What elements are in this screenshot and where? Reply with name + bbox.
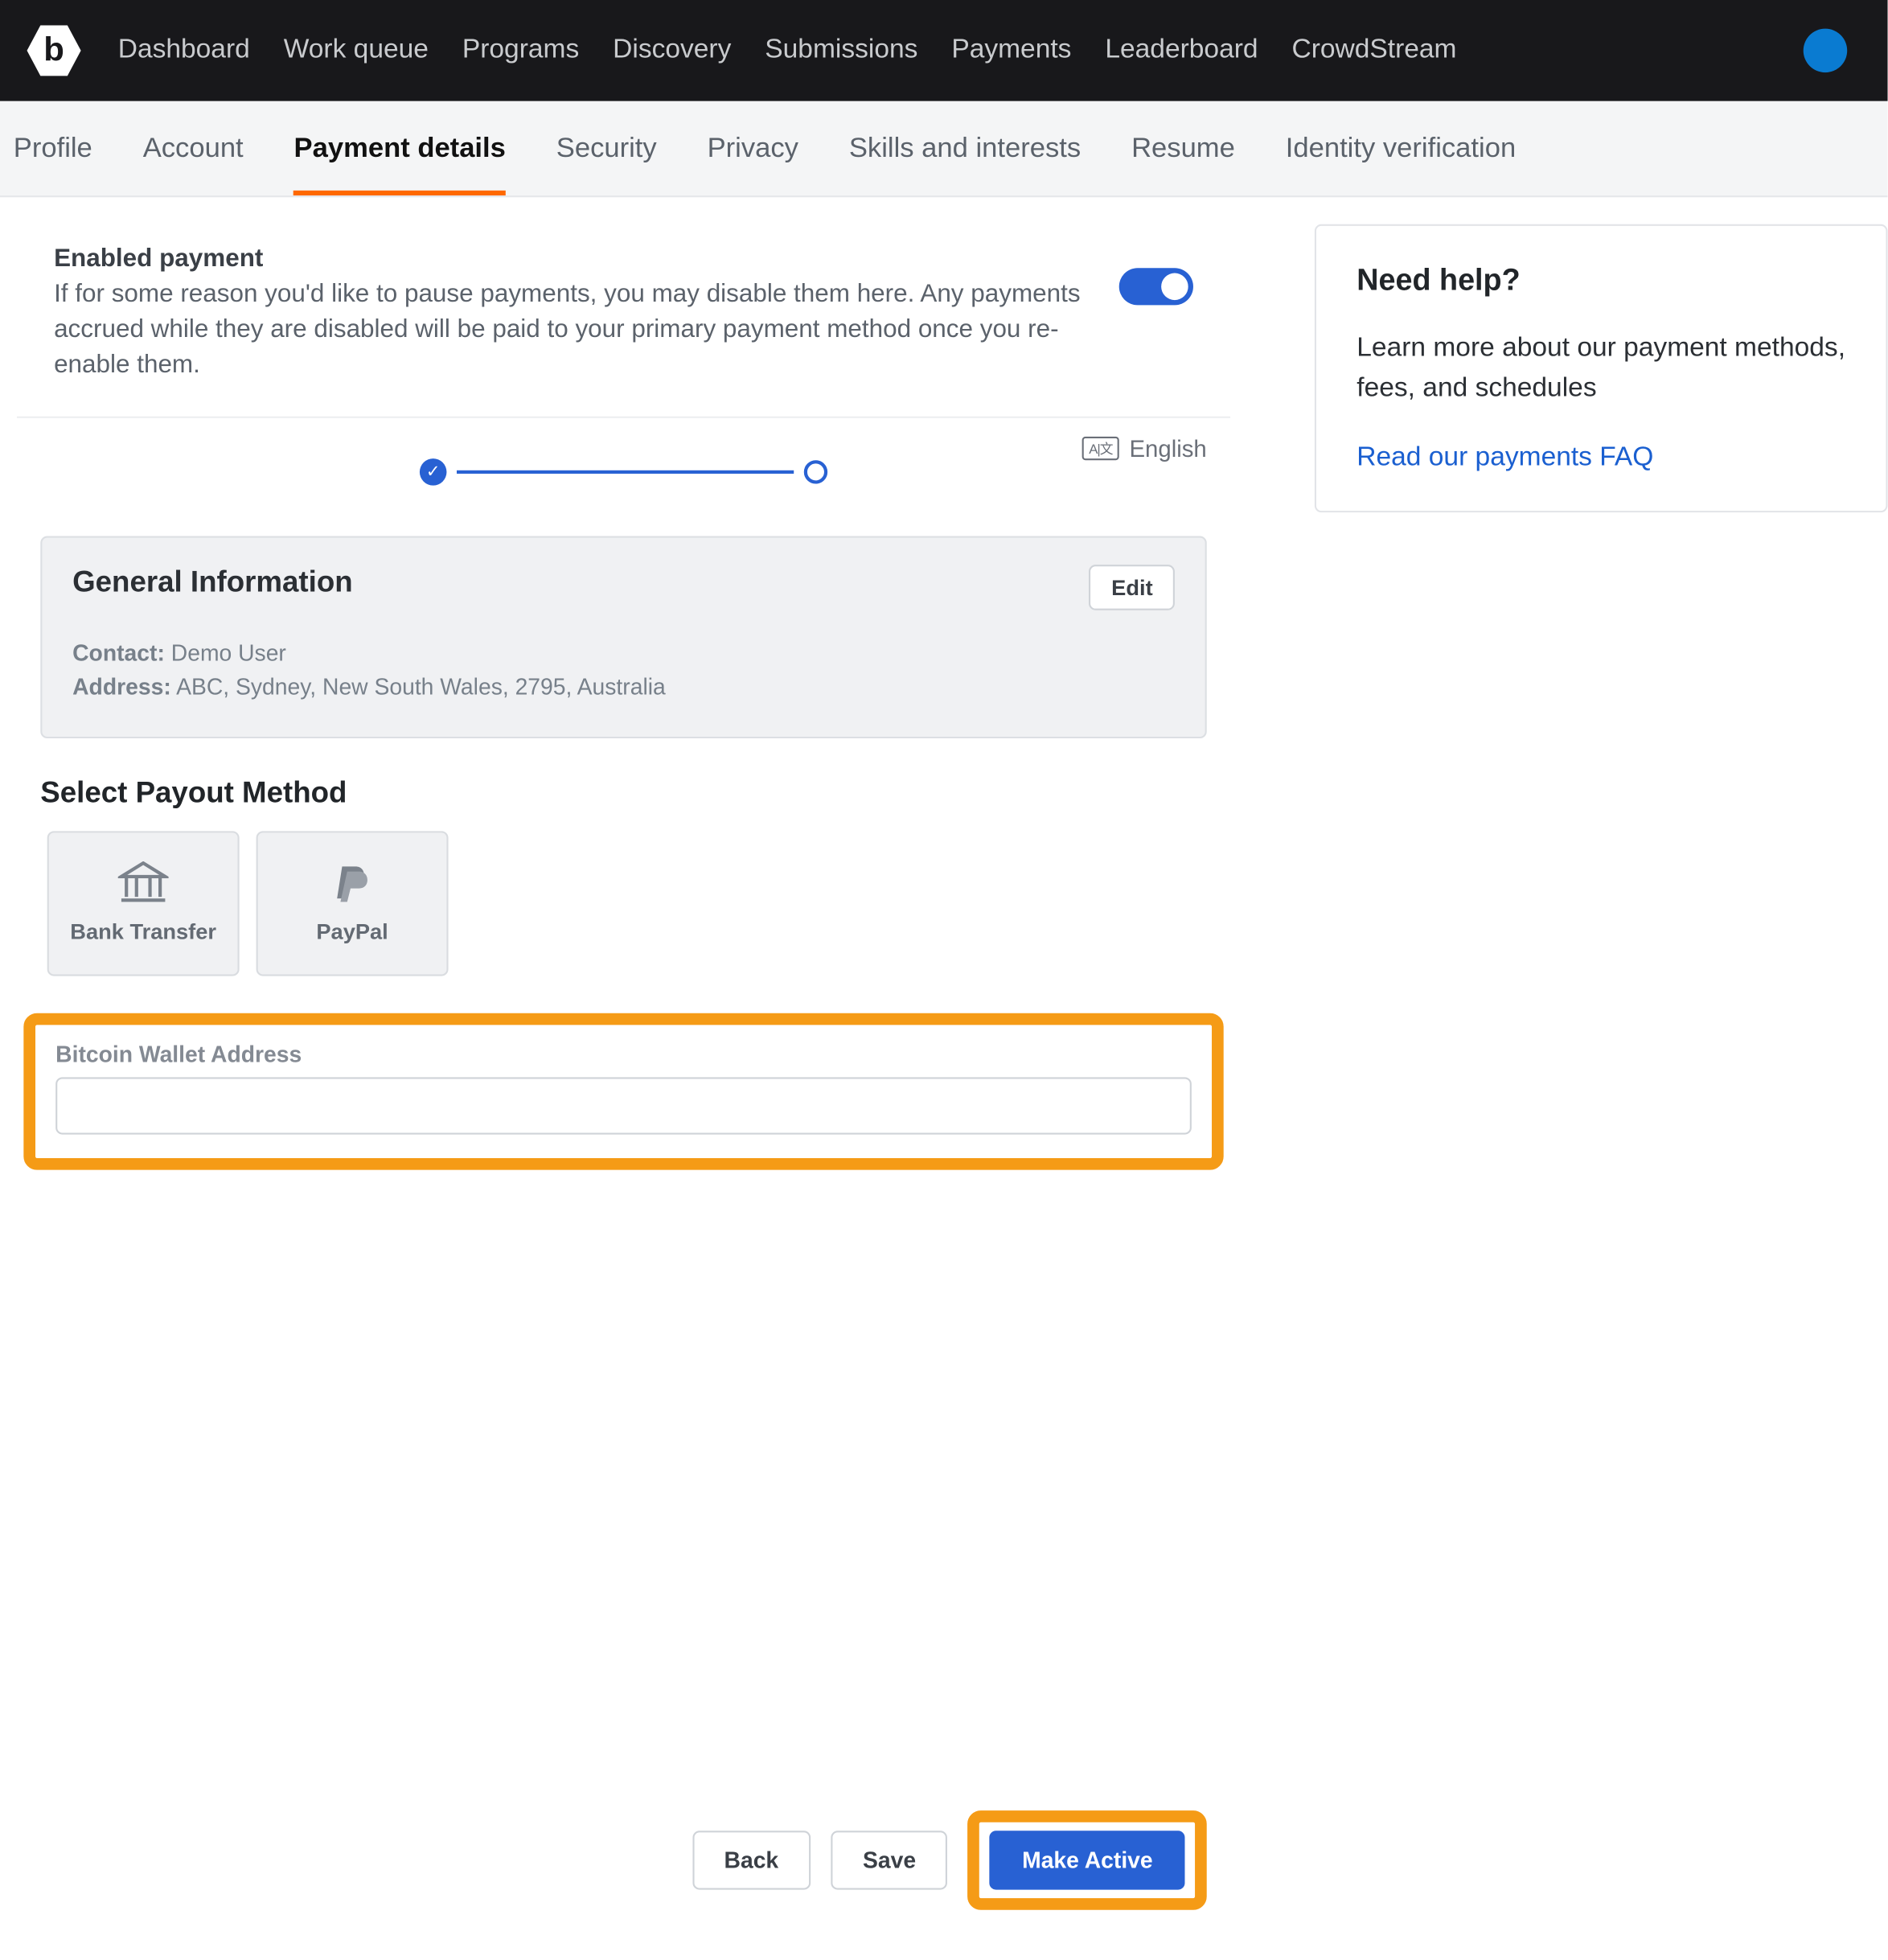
make-active-button[interactable]: Make Active [990, 1830, 1184, 1888]
nav-dashboard[interactable]: Dashboard [118, 35, 250, 66]
language-icon: A|文 [1082, 437, 1119, 460]
step-connector [457, 470, 794, 474]
paypal-label: PayPal [316, 918, 388, 943]
help-title: Need help? [1356, 263, 1845, 298]
make-active-highlight: Make Active [968, 1810, 1207, 1909]
help-faq-link[interactable]: Read our payments FAQ [1356, 443, 1845, 474]
back-button[interactable]: Back [692, 1830, 811, 1888]
settings-tabs: Profile Account Payment details Security… [0, 101, 1888, 197]
svg-text:b: b [43, 30, 64, 68]
help-card: Need help? Learn more about our payment … [1315, 224, 1888, 512]
tab-skills[interactable]: Skills and interests [849, 101, 1081, 195]
bitcoin-address-label: Bitcoin Wallet Address [55, 1041, 1192, 1066]
nav-submissions[interactable]: Submissions [765, 35, 917, 66]
edit-button[interactable]: Edit [1090, 565, 1175, 610]
payout-method-title: Select Payout Method [40, 775, 1230, 810]
save-button[interactable]: Save [831, 1830, 948, 1888]
address-value: ABC, Sydney, New South Wales, 2795, Aust… [176, 675, 666, 700]
help-text: Learn more about our payment methods, fe… [1356, 329, 1845, 410]
general-info-card: General Information Edit Contact: Demo U… [40, 536, 1206, 738]
enabled-payment-title: Enabled payment [54, 244, 1099, 273]
paypal-icon [327, 861, 378, 905]
bitcoin-address-input[interactable] [55, 1076, 1192, 1133]
toggle-knob-icon [1161, 273, 1188, 301]
bank-icon [118, 861, 169, 905]
avatar[interactable] [1804, 29, 1847, 72]
tab-identity[interactable]: Identity verification [1286, 101, 1516, 195]
nav-discovery[interactable]: Discovery [613, 35, 731, 66]
language-switch[interactable]: A|文 English [1082, 435, 1207, 462]
progress-stepper: ✓ [31, 458, 1217, 486]
nav-programs[interactable]: Programs [462, 35, 579, 66]
language-label: English [1129, 435, 1206, 462]
nav-crowdstream[interactable]: CrowdStream [1291, 35, 1456, 66]
enabled-payment-desc: If for some reason you'd like to pause p… [54, 277, 1099, 383]
nav-payments[interactable]: Payments [951, 35, 1071, 66]
tab-security[interactable]: Security [556, 101, 657, 195]
tab-profile[interactable]: Profile [14, 101, 92, 195]
contact-label: Contact: [72, 640, 165, 665]
address-label: Address: [72, 675, 171, 700]
step-2-current-icon [804, 460, 827, 483]
general-info-title: General Information [72, 565, 353, 600]
step-1-complete-icon: ✓ [420, 458, 447, 486]
tab-account[interactable]: Account [143, 101, 244, 195]
bank-label: Bank Transfer [70, 918, 216, 943]
bitcoin-address-highlight: Bitcoin Wallet Address [23, 1013, 1223, 1169]
contact-value: Demo User [171, 640, 286, 665]
enabled-payment-toggle[interactable] [1119, 268, 1193, 305]
payout-method-bank[interactable]: Bank Transfer [47, 830, 240, 975]
nav-leaderboard[interactable]: Leaderboard [1105, 35, 1258, 66]
tab-payment-details[interactable]: Payment details [294, 101, 506, 195]
logo-icon[interactable]: b [23, 20, 84, 80]
payout-method-paypal[interactable]: PayPal [257, 830, 449, 975]
nav-work-queue[interactable]: Work queue [284, 35, 429, 66]
tab-resume[interactable]: Resume [1131, 101, 1235, 195]
tab-privacy[interactable]: Privacy [708, 101, 798, 195]
top-navbar: b Dashboard Work queue Programs Discover… [0, 0, 1888, 101]
